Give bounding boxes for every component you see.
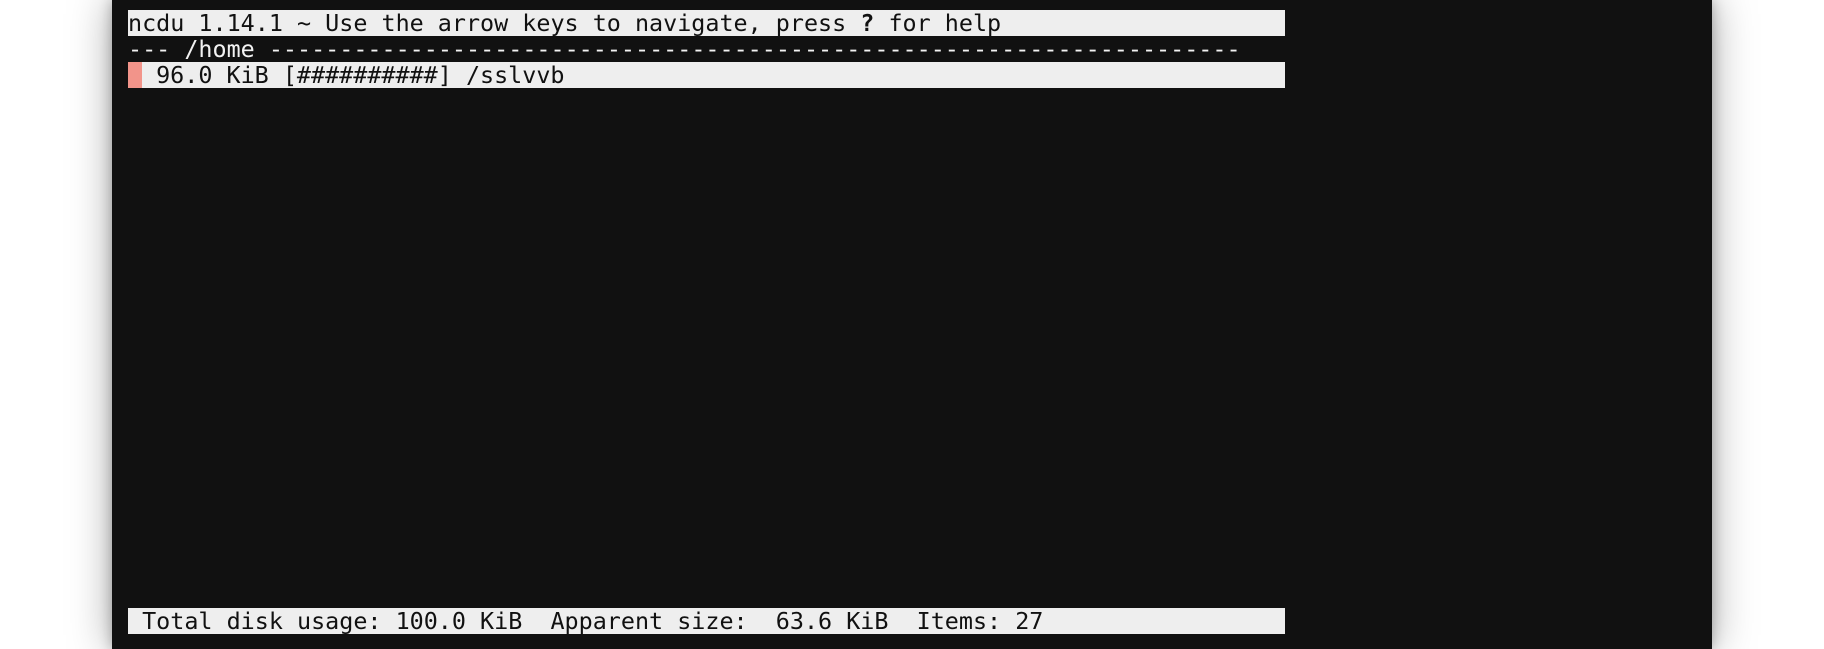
terminal-window: ncdu 1.14.1 ~ Use the arrow keys to navi…: [112, 0, 1712, 649]
selection-marker: [128, 62, 142, 88]
entry-name: /sslvvb: [465, 62, 565, 88]
current-path: /home: [184, 36, 255, 62]
path-prefix: ---: [128, 36, 185, 62]
entry-usage-bar: [##########]: [282, 62, 452, 88]
help-key: ?: [860, 10, 875, 36]
header-text-end: for help: [874, 10, 1002, 36]
list-item[interactable]: 96.0 KiB [##########] /sslvvb: [128, 62, 1285, 88]
current-path-bar: --- /home ------------------------------…: [128, 36, 1285, 62]
entry-size: 96.0 KiB: [142, 62, 269, 88]
ncdu-screen[interactable]: ncdu 1.14.1 ~ Use the arrow keys to navi…: [128, 10, 1285, 640]
path-suffix: ----------------------------------------…: [254, 36, 1241, 62]
status-bar: Total disk usage: 100.0 KiB Apparent siz…: [128, 608, 1285, 634]
ncdu-header-bar: ncdu 1.14.1 ~ Use the arrow keys to navi…: [128, 10, 1285, 36]
status-text: Total disk usage: 100.0 KiB Apparent siz…: [128, 608, 1044, 634]
header-text: ncdu 1.14.1 ~ Use the arrow keys to navi…: [128, 10, 861, 36]
